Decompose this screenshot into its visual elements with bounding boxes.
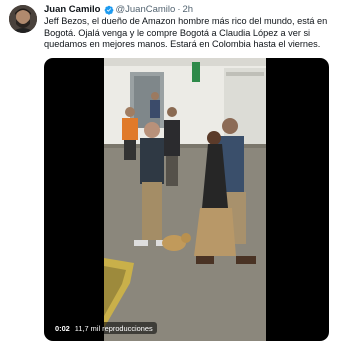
avatar-photo <box>9 5 37 33</box>
video-duration: 0:02 <box>55 323 70 333</box>
tweet-header: Juan Camilo @JuanCamilo · 2h <box>44 4 193 15</box>
video-overlay: 0:02 11,7 mil reproducciones <box>51 322 157 334</box>
tweet[interactable]: Juan Camilo @JuanCamilo · 2h Jeff Bezos,… <box>0 0 350 347</box>
author-name[interactable]: Juan Camilo <box>44 4 101 15</box>
avatar[interactable] <box>9 5 37 33</box>
video-player[interactable]: 0:02 11,7 mil reproducciones <box>44 58 329 341</box>
verified-badge-icon <box>104 5 113 15</box>
tweet-timestamp[interactable]: 2h <box>182 4 193 15</box>
header-separator: · <box>177 4 181 15</box>
video-scene-illustration <box>104 58 266 341</box>
video-frame <box>104 58 266 341</box>
video-view-count: 11,7 mil reproducciones <box>74 323 153 333</box>
tweet-text: Jeff Bezos, el dueño de Amazon hombre má… <box>44 16 328 50</box>
author-handle[interactable]: @JuanCamilo <box>116 4 176 15</box>
